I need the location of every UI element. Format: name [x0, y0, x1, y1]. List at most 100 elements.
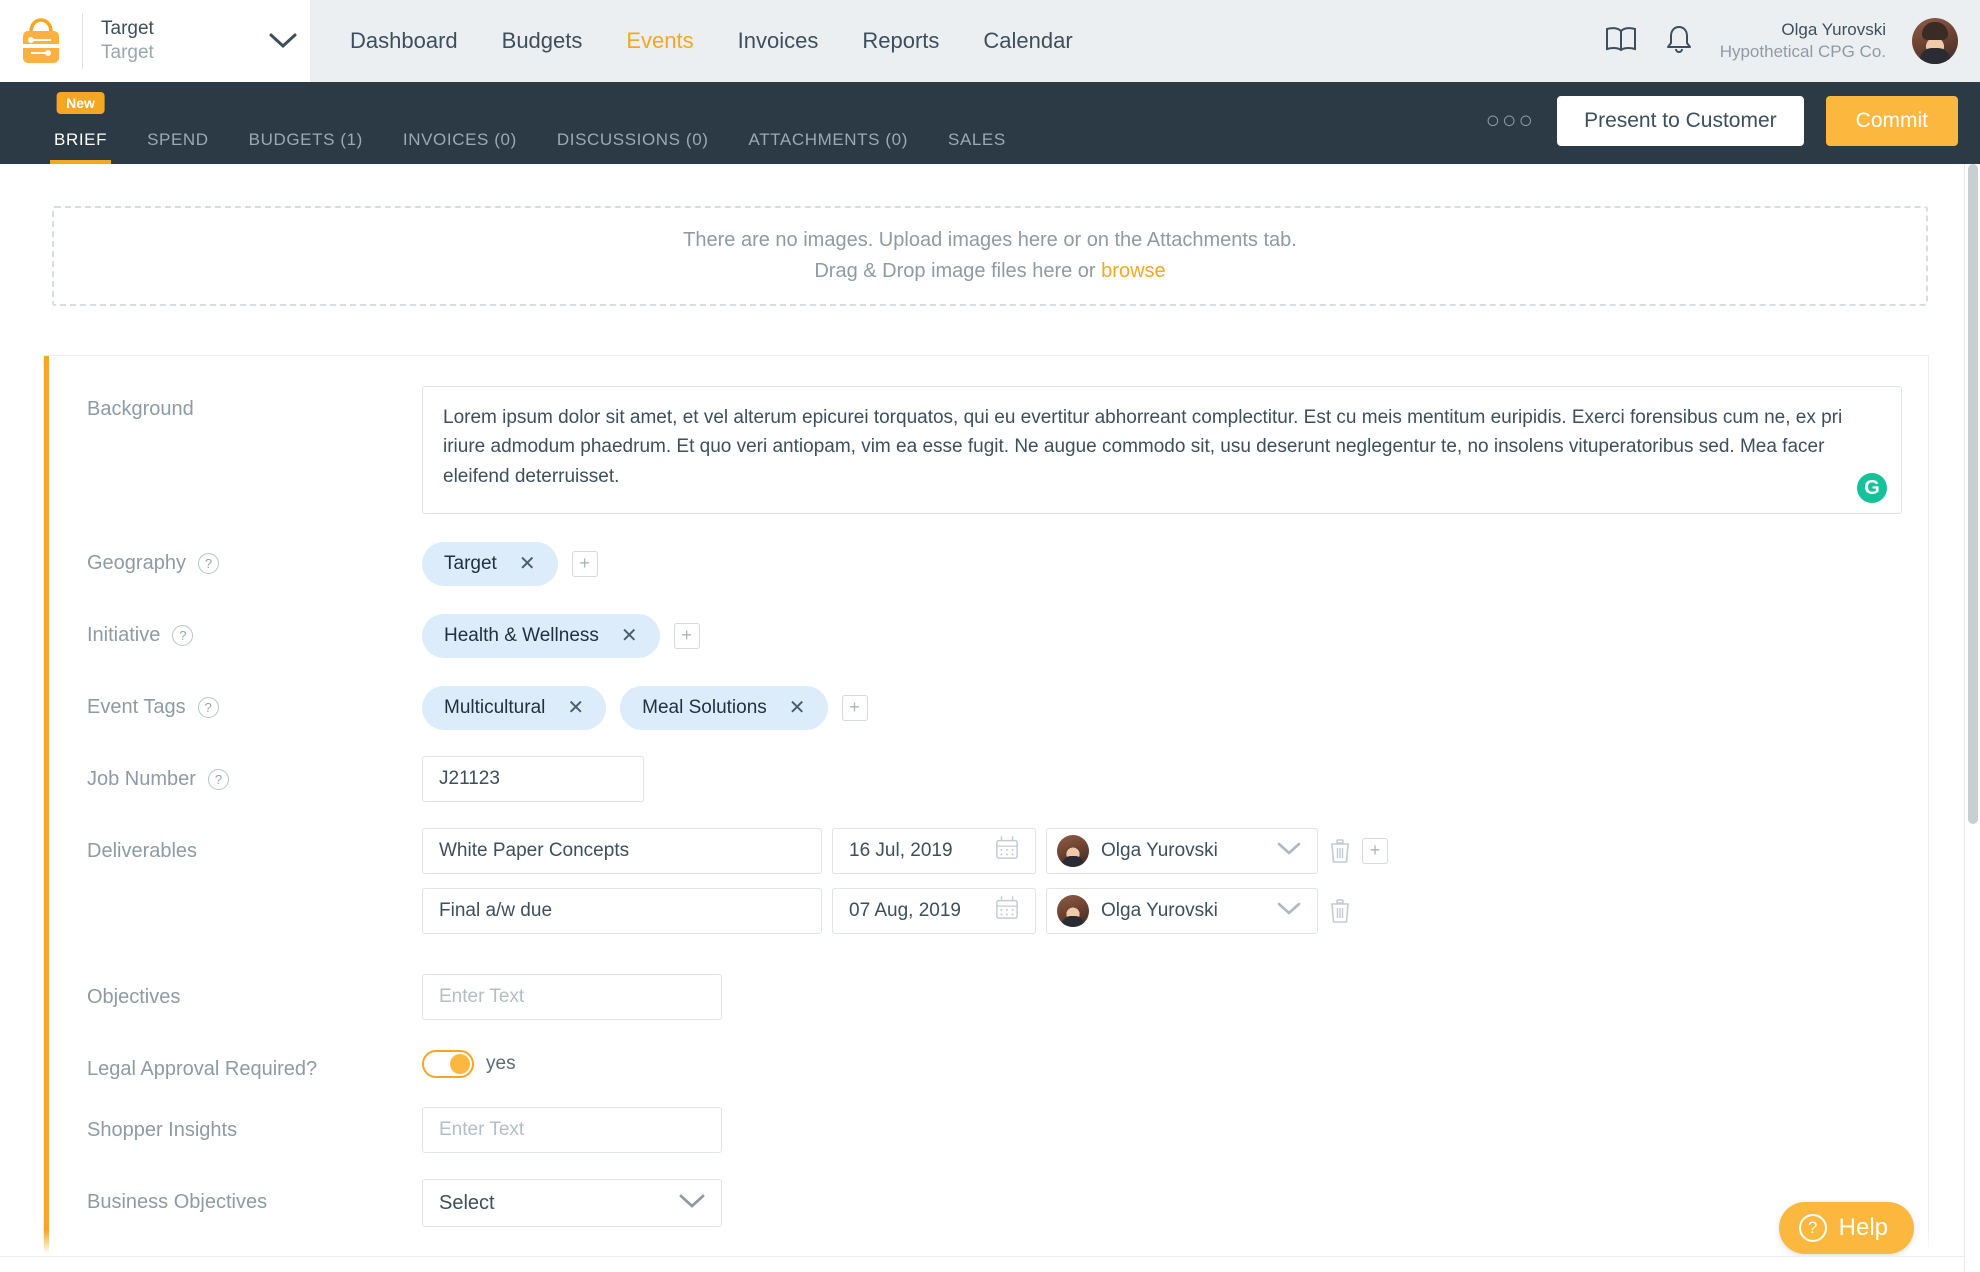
nav-item-calendar[interactable]: Calendar	[983, 28, 1072, 54]
brand-text: Target Target	[101, 17, 256, 65]
chip-label: Health & Wellness	[444, 625, 599, 647]
tab-sales[interactable]: SALES	[928, 130, 1026, 164]
deliverable-name-input[interactable]: White Paper Concepts	[422, 828, 822, 875]
chip-health-wellness[interactable]: Health & Wellness ✕	[422, 614, 660, 659]
help-question-icon[interactable]: ?	[197, 553, 219, 575]
business-objectives-select[interactable]: Select	[422, 1179, 722, 1228]
job-number-input[interactable]: J21123	[422, 756, 644, 803]
chip-multicultural[interactable]: Multicultural ✕	[422, 686, 607, 731]
brand-selector[interactable]: Target Target	[0, 0, 310, 82]
background-value: Lorem ipsum dolor sit amet, et vel alter…	[443, 407, 1843, 487]
background-textarea[interactable]: Lorem ipsum dolor sit amet, et vel alter…	[422, 386, 1902, 515]
tab-attachments[interactable]: ATTACHMENTS (0)	[729, 130, 928, 164]
help-question-icon[interactable]: ?	[197, 697, 219, 719]
tab-discussions-label: DISCUSSIONS (0)	[556, 130, 709, 149]
dropzone-hint-prefix: Drag & Drop image files here or	[814, 260, 1102, 282]
close-icon[interactable]: ✕	[789, 698, 806, 718]
field-business-objectives: Business Objectives Select	[49, 1179, 1928, 1228]
close-icon[interactable]: ✕	[519, 554, 536, 574]
avatar	[1057, 895, 1089, 928]
chip-target[interactable]: Target ✕	[422, 542, 558, 587]
book-icon[interactable]	[1604, 25, 1638, 58]
nav-item-dashboard[interactable]: Dashboard	[350, 28, 458, 54]
vertical-scrollbar-thumb[interactable]	[1968, 164, 1978, 824]
present-to-customer-button[interactable]: Present to Customer	[1557, 96, 1804, 146]
help-question-icon[interactable]: ?	[207, 769, 229, 791]
nav-item-reports[interactable]: Reports	[862, 28, 939, 54]
dropzone-message: There are no images. Upload images here …	[683, 229, 1297, 251]
initiative-chips: Health & Wellness ✕ +	[422, 612, 1902, 659]
image-dropzone[interactable]: There are no images. Upload images here …	[52, 206, 1928, 306]
deliverable-name-input[interactable]: Final a/w due	[422, 888, 822, 935]
objectives-input[interactable]: Enter Text	[422, 974, 722, 1021]
user-info[interactable]: Olga Yurovski Hypothetical CPG Co.	[1720, 19, 1886, 63]
chevron-down-icon[interactable]	[1277, 840, 1301, 862]
more-options-icon[interactable]: ○○○	[1486, 109, 1536, 133]
tab-brief-label: BRIEF	[54, 130, 108, 149]
deliverable-date-input[interactable]: 07 Aug, 2019	[832, 888, 1036, 935]
brand-name: Target	[101, 18, 154, 40]
field-shopper-insights-label: Shopper Insights	[87, 1119, 238, 1142]
page-content: There are no images. Upload images here …	[0, 164, 1980, 1272]
user-org: Hypothetical CPG Co.	[1719, 42, 1886, 61]
help-question-icon[interactable]: ?	[172, 625, 194, 647]
geography-label-text: Geography	[87, 552, 186, 575]
nav-item-budgets[interactable]: Budgets	[502, 28, 583, 54]
bell-icon[interactable]	[1664, 24, 1694, 59]
tab-budgets-label: BUDGETS (1)	[248, 130, 363, 149]
vertical-scrollbar[interactable]	[1964, 164, 1980, 1272]
calendar-icon[interactable]	[995, 836, 1019, 866]
deliverable-row: Final a/w due 07 Aug, 2019 Olga Yurovski	[422, 888, 1902, 935]
deliverable-date-input[interactable]: 16 Jul, 2019	[832, 828, 1036, 875]
field-initiative: Initiative ? Health & Wellness ✕ +	[49, 612, 1928, 659]
tab-budgets[interactable]: BUDGETS (1)	[229, 130, 383, 164]
field-legal-approval-label: Legal Approval Required?	[87, 1058, 318, 1081]
deliverable-owner-name: Olga Yurovski	[1101, 840, 1218, 862]
chevron-down-icon[interactable]	[256, 32, 310, 50]
business-objectives-value: Select	[439, 1191, 495, 1214]
avatar	[1057, 835, 1089, 868]
plus-icon[interactable]: +	[1362, 838, 1388, 865]
user-name: Olga Yurovski	[1781, 19, 1886, 39]
chip-meal-solutions[interactable]: Meal Solutions ✕	[620, 686, 828, 731]
deliverable-row: White Paper Concepts 16 Jul, 2019 Olga Y…	[422, 828, 1902, 875]
tab-discussions[interactable]: DISCUSSIONS (0)	[537, 130, 729, 164]
field-business-objectives-label: Business Objectives	[87, 1191, 268, 1214]
chevron-down-icon[interactable]	[679, 1192, 705, 1215]
deliverable-owner-select[interactable]: Olga Yurovski	[1046, 888, 1318, 935]
tab-invoices-label: INVOICES (0)	[402, 130, 517, 149]
chevron-down-icon[interactable]	[1277, 900, 1301, 922]
nav-item-invoices[interactable]: Invoices	[738, 28, 819, 54]
main-navigation: Dashboard Budgets Events Invoices Report…	[310, 0, 1073, 82]
trash-icon[interactable]	[1328, 838, 1352, 864]
tab-spend[interactable]: SPEND	[127, 130, 229, 164]
subnav-actions: ○○○ Present to Customer Commit	[1486, 96, 1980, 164]
deliverable-owner-select[interactable]: Olga Yurovski	[1046, 828, 1318, 875]
field-background-label: Background	[87, 398, 194, 420]
nav-item-events[interactable]: Events	[626, 28, 693, 54]
field-deliverables: Deliverables White Paper Concepts 16 Jul…	[49, 828, 1928, 948]
horizontal-scrollbar[interactable]	[0, 1256, 1964, 1272]
tab-brief[interactable]: New BRIEF	[34, 92, 127, 164]
avatar[interactable]	[1912, 18, 1958, 64]
legal-approval-toggle[interactable]	[422, 1050, 474, 1079]
toggle-knob	[450, 1054, 470, 1075]
chip-label: Meal Solutions	[642, 697, 767, 719]
field-background: Background Lorem ipsum dolor sit amet, e…	[49, 386, 1928, 515]
trash-icon[interactable]	[1328, 898, 1352, 924]
tab-invoices[interactable]: INVOICES (0)	[383, 130, 537, 164]
help-question-icon: ?	[1798, 1214, 1827, 1242]
plus-icon[interactable]: +	[841, 695, 868, 722]
tab-sales-label: SALES	[948, 130, 1006, 149]
field-legal-approval: Legal Approval Required? yes	[49, 1046, 1928, 1081]
browse-link[interactable]: browse	[1101, 260, 1165, 282]
plus-icon[interactable]: +	[673, 623, 700, 650]
shopper-insights-input[interactable]: Enter Text	[422, 1107, 722, 1154]
commit-button[interactable]: Commit	[1825, 96, 1958, 146]
help-button[interactable]: ? Help	[1778, 1202, 1914, 1254]
plus-icon[interactable]: +	[571, 551, 598, 578]
grammarly-icon[interactable]: G	[1857, 473, 1887, 504]
calendar-icon[interactable]	[995, 896, 1019, 926]
close-icon[interactable]: ✕	[621, 626, 638, 646]
close-icon[interactable]: ✕	[567, 698, 584, 718]
